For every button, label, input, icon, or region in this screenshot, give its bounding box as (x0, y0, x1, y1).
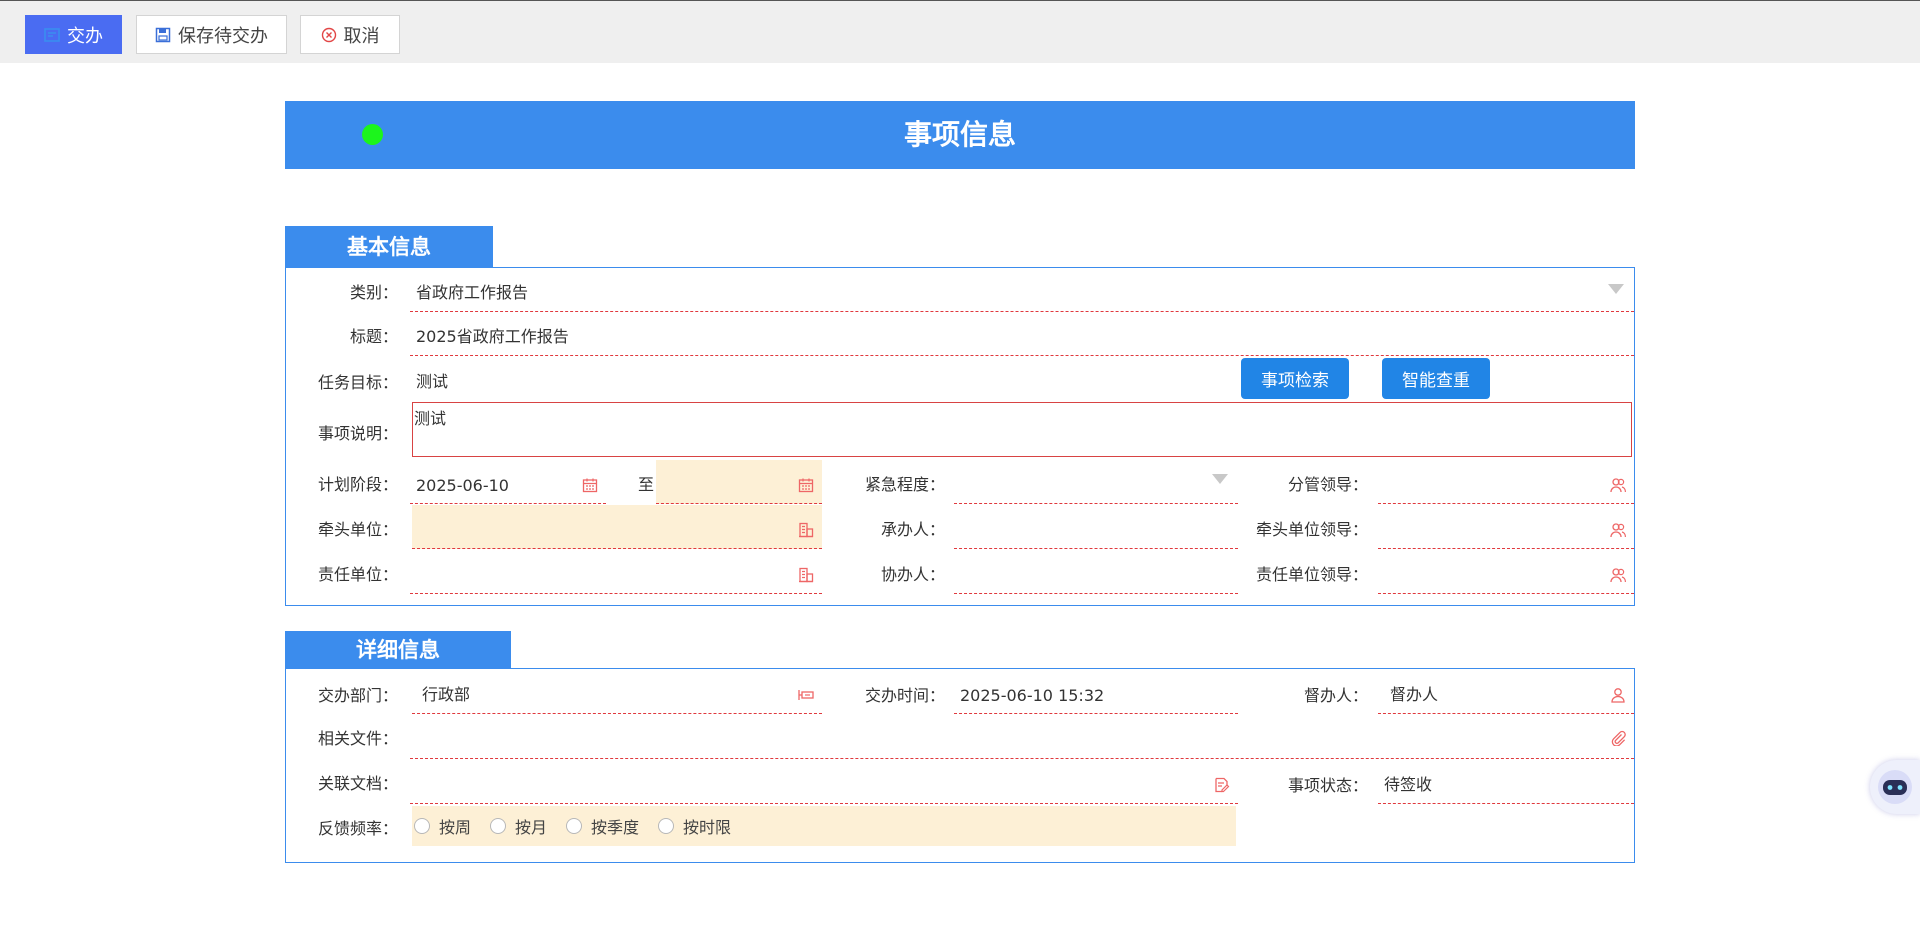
chevron-down-icon (1212, 474, 1228, 484)
handler-input[interactable] (954, 505, 1238, 549)
feedback-frequency-group: 按周 按月 按季度 按时限 (412, 806, 1236, 846)
freq-option-deadline[interactable]: 按时限 (658, 814, 731, 838)
desc-textarea[interactable]: 测试 (412, 402, 1632, 457)
radio-circle[interactable] (414, 818, 430, 834)
cancel-button[interactable]: 取消 (300, 15, 400, 54)
document-edit-icon (1215, 777, 1230, 793)
supervisor-label: 督办人： (1303, 686, 1368, 705)
resp-unit-leader-label: 责任单位领导： (1255, 565, 1368, 584)
status-value: 待签收 (1384, 775, 1433, 794)
assistant-float-button[interactable] (1870, 760, 1920, 814)
urgency-label: 紧急程度： (864, 475, 945, 494)
save-icon (155, 27, 171, 42)
docs-label: 关联文档： (317, 774, 398, 793)
freq-option-label: 按月 (515, 818, 548, 837)
lead-unit-leader-picker[interactable] (1378, 505, 1634, 549)
time-value: 2025-06-10 15:32 (960, 686, 1105, 705)
freq-label: 反馈频率： (317, 819, 398, 838)
page-title: 事项信息 (903, 118, 1016, 151)
cancel-label: 取消 (343, 25, 380, 47)
status-label: 事项状态： (1287, 776, 1368, 795)
close-circle-icon (321, 27, 336, 42)
resp-unit-label: 责任单位： (317, 565, 398, 584)
lead-unit-leader-label: 牵头单位领导： (1255, 520, 1368, 539)
plan-to-label: 至 (637, 475, 654, 494)
paperclip-icon (1611, 730, 1626, 746)
freq-option-weekly[interactable]: 按周 (414, 814, 471, 838)
freq-option-quarterly[interactable]: 按季度 (566, 814, 639, 838)
users-icon (1610, 478, 1626, 493)
plan-label: 计划阶段： (317, 475, 398, 494)
files-attachment[interactable] (410, 715, 1634, 759)
save-pending-button[interactable]: 保存待交办 (136, 15, 287, 54)
handler-label: 承办人： (880, 520, 945, 539)
toolbar: 交办 保存待交办 取消 (0, 0, 1920, 63)
resp-unit-picker[interactable] (410, 550, 822, 594)
desc-label: 事项说明： (317, 424, 398, 443)
save-pending-label: 保存待交办 (178, 25, 268, 47)
freq-option-label: 按时限 (683, 818, 732, 837)
users-icon (1610, 568, 1626, 583)
status-field: 待签收 (1378, 760, 1634, 804)
files-label: 相关文件： (317, 729, 398, 748)
calendar-icon (798, 478, 814, 493)
section-detail-info: 详细信息 (285, 631, 511, 669)
building-icon (799, 567, 814, 583)
users-icon (1610, 523, 1626, 538)
goal-label: 任务目标： (317, 373, 398, 392)
resp-unit-leader-picker[interactable] (1378, 550, 1634, 594)
freq-option-label: 按季度 (591, 818, 640, 837)
chevron-down-icon (1608, 284, 1624, 294)
supervisor-leader-label: 分管领导： (1287, 475, 1368, 494)
time-label: 交办时间： (864, 686, 945, 705)
building-icon (799, 522, 814, 538)
supervisor-value: 督办人 (1390, 685, 1439, 704)
handover-label: 交办 (67, 25, 103, 47)
goal-value: 测试 (416, 372, 449, 391)
lead-unit-picker[interactable] (412, 505, 822, 549)
radio-circle[interactable] (490, 818, 507, 834)
title-value: 2025省政府工作报告 (416, 327, 569, 346)
page-header: 事项信息 (285, 101, 1635, 169)
radio-circle[interactable] (658, 818, 675, 834)
department-icon (798, 690, 814, 700)
dept-label: 交办部门： (317, 686, 398, 705)
smart-dedupe-button[interactable]: 智能查重 (1382, 358, 1490, 399)
handover-button[interactable]: 交办 (25, 15, 122, 54)
item-search-button[interactable]: 事项检索 (1241, 358, 1349, 399)
co-handler-label: 协办人： (880, 565, 945, 584)
dept-value: 行政部 (422, 685, 471, 704)
plan-start-date[interactable]: 2025-06-10 (410, 460, 606, 504)
co-handler-input[interactable] (954, 550, 1238, 594)
handover-icon (44, 27, 60, 42)
robot-icon (1878, 770, 1912, 804)
title-input[interactable]: 2025省政府工作报告 (410, 312, 1634, 356)
goal-input[interactable]: 测试 (410, 356, 1230, 400)
category-select[interactable]: 省政府工作报告 (410, 268, 1634, 312)
lead-unit-label: 牵头单位： (317, 520, 398, 539)
section-basic-info: 基本信息 (285, 226, 493, 268)
supervisor-leader-picker[interactable] (1378, 460, 1634, 504)
category-value: 省政府工作报告 (416, 283, 529, 302)
plan-end-date[interactable] (656, 460, 822, 504)
calendar-icon (582, 478, 598, 493)
title-label: 标题： (349, 327, 398, 346)
radio-circle[interactable] (566, 818, 583, 834)
supervisor-picker[interactable]: 督办人 (1378, 670, 1634, 714)
freq-option-monthly[interactable]: 按月 (490, 814, 547, 838)
freq-option-label: 按周 (439, 818, 472, 837)
dept-picker[interactable]: 行政部 (412, 670, 822, 714)
category-label: 类别： (349, 283, 398, 302)
user-icon (1611, 688, 1625, 703)
plan-start-value: 2025-06-10 (416, 476, 509, 495)
linked-docs-picker[interactable] (410, 760, 1238, 804)
time-input[interactable]: 2025-06-10 15:32 (954, 670, 1238, 714)
urgency-select[interactable] (954, 460, 1238, 504)
